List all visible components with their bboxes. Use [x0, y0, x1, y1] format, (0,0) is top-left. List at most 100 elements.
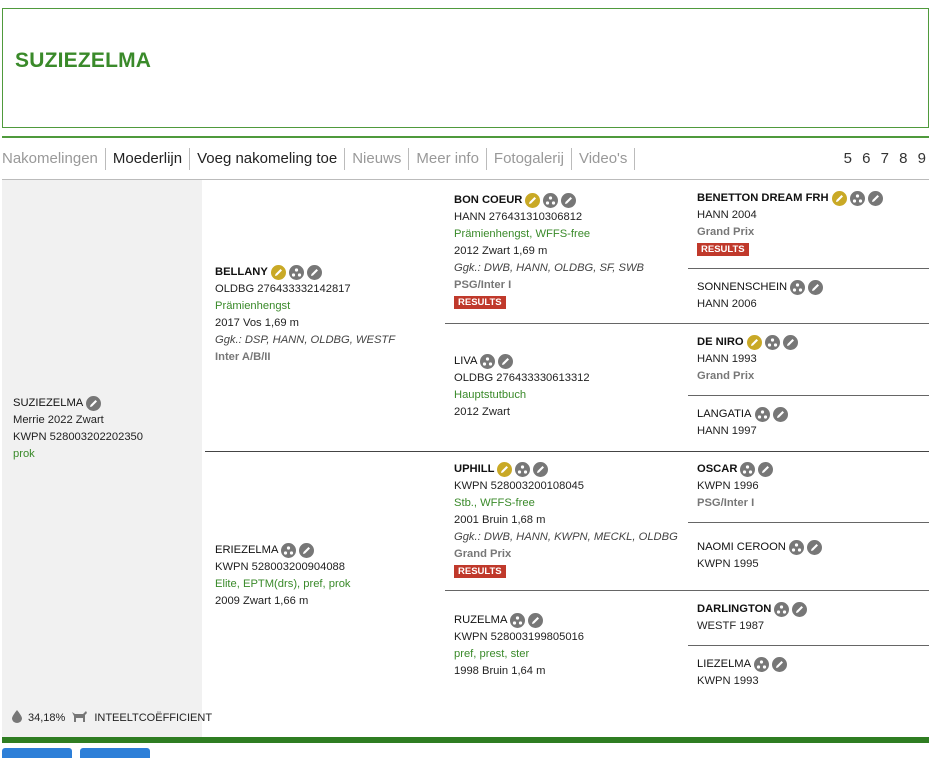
results-badge[interactable]: RESULTS — [454, 296, 506, 309]
dam-dam-reg: KWPN 528003199805016 — [454, 631, 585, 643]
edit-icon[interactable] — [782, 335, 798, 350]
pedigree-icon[interactable] — [774, 602, 790, 617]
ancestor-name[interactable]: BENETTON DREAM FRH — [697, 190, 829, 207]
dam-dam-pred: pref, prest, ster — [454, 648, 530, 660]
pedigree-icon[interactable] — [480, 354, 496, 369]
edit-icon[interactable] — [299, 543, 315, 558]
dam-dam-name[interactable]: RUZELMA — [454, 612, 507, 629]
dam-sire-info: 2001 Bruin 1,68 m — [454, 514, 546, 526]
pedigree-icon[interactable] — [281, 543, 297, 558]
action-button[interactable] — [80, 748, 150, 758]
pedigree-icon[interactable] — [543, 193, 559, 208]
ancestor-reg: HANN 2004 — [697, 209, 757, 221]
divider — [205, 451, 929, 452]
sire-dam-info: 2012 Zwart — [454, 406, 510, 418]
divider — [445, 590, 929, 591]
ancestor-reg: KWPN 1995 — [697, 558, 759, 570]
sire-sire-info: 2012 Zwart 1,69 m — [454, 245, 548, 257]
subject-entry: SUZIEZELMA Merrie 2022 Zwart KWPN 528003… — [13, 395, 143, 463]
edit-icon[interactable] — [772, 657, 788, 672]
ancestor-name[interactable]: DARLINGTON — [697, 601, 771, 618]
subject-pred: prok — [13, 448, 35, 460]
pedigree-icon[interactable] — [849, 191, 865, 206]
subject-reg: KWPN 528003202202350 — [13, 431, 144, 443]
results-icon[interactable] — [525, 193, 541, 208]
edit-icon[interactable] — [772, 407, 788, 422]
edit-icon[interactable] — [533, 462, 549, 477]
ancestor-reg: KWPN 1996 — [697, 480, 759, 492]
ancestor-name[interactable]: SONNENSCHEIN — [697, 279, 787, 296]
pedigree-icon[interactable] — [754, 407, 770, 422]
sire-ggk: Ggk.: DSP, HANN, OLDBG, WESTF — [215, 334, 396, 346]
sire-sire-name[interactable]: BON COEUR — [454, 192, 522, 209]
edit-icon[interactable] — [498, 354, 514, 369]
dam-entry: ERIEZELMA KWPN 528003200904088 Elite, EP… — [215, 542, 351, 610]
subject-name[interactable]: SUZIEZELMA — [13, 395, 83, 412]
edit-icon[interactable] — [86, 396, 102, 411]
ancestor-reg: KWPN 1993 — [697, 675, 759, 687]
edit-icon[interactable] — [867, 191, 883, 206]
results-icon[interactable] — [270, 265, 286, 280]
page-title: SUZIEZELMA — [15, 49, 152, 72]
ancestor-entry: OSCAR KWPN 1996 PSG/Inter I — [697, 461, 774, 512]
sire-name[interactable]: BELLANY — [215, 264, 268, 281]
edit-icon[interactable] — [528, 613, 544, 628]
action-button[interactable] — [2, 748, 72, 758]
sire-dam-name[interactable]: LIVA — [454, 353, 477, 370]
ancestor-reg: WESTF 1987 — [697, 620, 765, 632]
ancestor-name[interactable]: DE NIRO — [697, 334, 744, 351]
dam-reg: KWPN 528003200904088 — [215, 561, 346, 573]
edit-icon[interactable] — [561, 193, 577, 208]
pedigree-icon[interactable] — [740, 462, 756, 477]
tab-voeg-nakomeling-toe[interactable]: Voeg nakomeling toe — [190, 148, 346, 170]
tab-nakomelingen[interactable]: Nakomelingen — [2, 148, 106, 170]
edit-icon[interactable] — [808, 280, 824, 295]
pedigree-icon[interactable] — [515, 462, 531, 477]
results-badge[interactable]: RESULTS — [697, 243, 749, 256]
sire-entry: BELLANY OLDBG 276433332142817 Prämienhen… — [215, 264, 395, 366]
ancestor-name[interactable]: NAOMI CEROON — [697, 539, 786, 556]
dam-sire-level: Grand Prix — [454, 548, 512, 560]
sire-sire-ggk: Ggk.: DWB, HANN, OLDBG, SF, SWB — [454, 262, 645, 274]
tab-videos[interactable]: Video's — [572, 148, 636, 170]
pedigree-icon[interactable] — [288, 265, 304, 280]
dam-sire-pred: Stb., WFFS-free — [454, 497, 535, 509]
tab-moederlijn[interactable]: Moederlijn — [106, 148, 191, 170]
ancestor-entry: DE NIRO HANN 1993 Grand Prix — [697, 334, 798, 385]
ancestor-entry: BENETTON DREAM FRH HANN 2004 Grand Prix … — [697, 190, 883, 258]
dam-pred: Elite, EPTM(drs), pref, prok — [215, 578, 351, 590]
tab-meer-info[interactable]: Meer info — [409, 148, 487, 170]
results-icon[interactable] — [746, 335, 762, 350]
inbreeding-label: INTEELTCOËFFICIENT — [94, 712, 213, 724]
generation-pager[interactable]: 5 6 7 8 9 — [844, 150, 929, 167]
ancestor-name[interactable]: OSCAR — [697, 461, 737, 478]
ancestor-name[interactable]: LANGATIA — [697, 406, 752, 423]
horse-icon — [71, 710, 88, 726]
tab-fotogalerij[interactable]: Fotogalerij — [487, 148, 572, 170]
dam-sire-name[interactable]: UPHILL — [454, 461, 494, 478]
ancestor-entry: LIEZELMA KWPN 1993 — [697, 656, 788, 690]
results-icon[interactable] — [497, 462, 513, 477]
edit-icon[interactable] — [792, 602, 808, 617]
ancestor-name[interactable]: LIEZELMA — [697, 656, 751, 673]
results-icon[interactable] — [831, 191, 847, 206]
ancestor-reg: HANN 2006 — [697, 298, 757, 310]
sire-sire-pred: Prämienhengst, WFFS-free — [454, 228, 591, 240]
pedigree-icon[interactable] — [764, 335, 780, 350]
results-badge[interactable]: RESULTS — [454, 565, 506, 578]
divider — [688, 395, 929, 396]
tab-nieuws[interactable]: Nieuws — [345, 148, 410, 170]
inbreeding-row: 34,18% INTEELTCOËFFICIENT — [12, 710, 212, 726]
pedigree-icon[interactable] — [790, 280, 806, 295]
edit-icon[interactable] — [806, 540, 822, 555]
pedigree-icon[interactable] — [754, 657, 770, 672]
dam-name[interactable]: ERIEZELMA — [215, 542, 278, 559]
edit-icon[interactable] — [306, 265, 322, 280]
sire-dam-reg: OLDBG 276433330613312 — [454, 372, 590, 384]
pedigree-icon[interactable] — [788, 540, 804, 555]
sire-pred: Prämienhengst — [215, 300, 291, 312]
edit-icon[interactable] — [758, 462, 774, 477]
pedigree-icon[interactable] — [510, 613, 526, 628]
dam-dam-entry: RUZELMA KWPN 528003199805016 pref, prest… — [454, 612, 584, 680]
inbreeding-percent: 34,18% — [28, 712, 66, 724]
